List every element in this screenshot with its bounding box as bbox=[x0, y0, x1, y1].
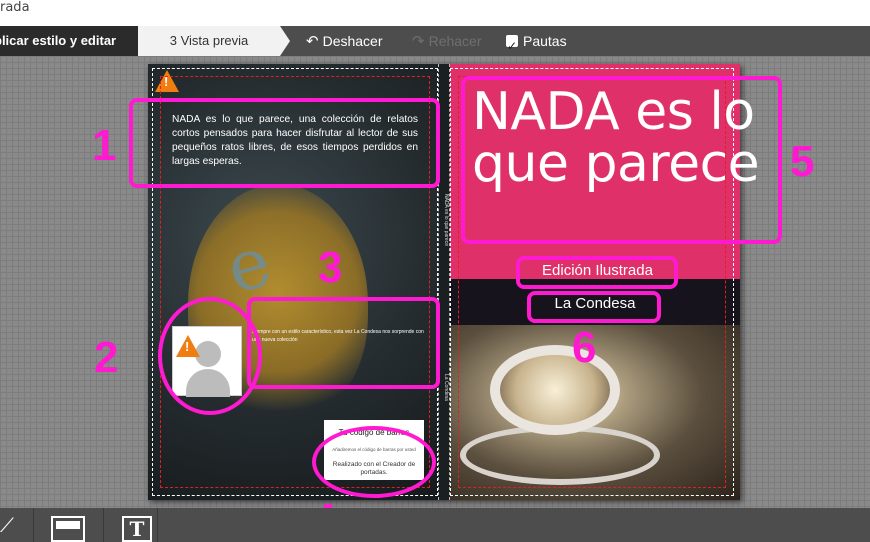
annotation-number-1: 1 bbox=[92, 121, 117, 170]
editor-toolbar: plicar estilo y editar 3 Vista previa ↶ D… bbox=[0, 26, 870, 61]
undo-button[interactable]: ↶ Deshacer bbox=[306, 26, 383, 56]
magic-wand-button[interactable]: ⟋ bbox=[0, 508, 34, 542]
spine-author: La Condesa bbox=[443, 374, 449, 401]
tool-bar-bottom: ⟋ T bbox=[0, 508, 870, 542]
redo-button[interactable]: ↷ Rehacer bbox=[412, 26, 482, 56]
window-title: rada bbox=[0, 0, 30, 15]
guides-label: Pautas bbox=[523, 33, 567, 49]
step-apply-style[interactable]: plicar estilo y editar bbox=[0, 26, 148, 56]
warning-icon[interactable]: ! bbox=[176, 335, 200, 357]
layout-icon bbox=[51, 516, 85, 542]
barcode-text: Añadiremos el código de barras por usted bbox=[332, 447, 416, 452]
text-button[interactable]: T bbox=[104, 508, 158, 542]
annotation-number-5: 5 bbox=[790, 137, 815, 186]
guides-checkbox[interactable] bbox=[506, 31, 518, 61]
avatar-body-icon bbox=[186, 369, 230, 397]
front-title[interactable]: NADA es lo que parece bbox=[472, 86, 772, 190]
coffee-cup-shape bbox=[490, 345, 620, 435]
undo-label: Deshacer bbox=[322, 33, 383, 49]
guides-toggle[interactable]: Pautas bbox=[506, 26, 567, 61]
magic-wand-icon: ⟋ bbox=[0, 515, 14, 537]
book-spine[interactable] bbox=[438, 64, 450, 500]
annotation-number-3: 3 bbox=[318, 243, 343, 292]
barcode-title: Tu código de barras bbox=[338, 428, 410, 437]
layout-button[interactable] bbox=[34, 508, 104, 542]
annotation-number-2: 2 bbox=[94, 333, 119, 382]
redo-arrow-icon: ↷ bbox=[412, 33, 425, 50]
front-author[interactable]: La Condesa bbox=[530, 295, 660, 312]
spine-title: NADA es lo que parece bbox=[443, 194, 449, 246]
text-icon: T bbox=[122, 516, 152, 542]
front-subtitle[interactable]: Edición Ilustrada bbox=[520, 262, 675, 279]
author-bio[interactable]: Siempre con un estilo característico, es… bbox=[252, 328, 424, 344]
window-titlebar: rada bbox=[0, 0, 870, 26]
step-preview[interactable]: 3 Vista previa bbox=[138, 26, 290, 56]
warning-icon[interactable]: ! bbox=[155, 70, 179, 92]
undo-arrow-icon: ↶ bbox=[306, 33, 319, 50]
annotation-number-6: 6 bbox=[572, 323, 597, 372]
redo-label: Rehacer bbox=[428, 33, 482, 49]
back-synopsis[interactable]: NADA es lo que parece, una colección de … bbox=[172, 113, 418, 169]
credit-text: Realizado con el Creador de portadas. bbox=[332, 461, 416, 476]
